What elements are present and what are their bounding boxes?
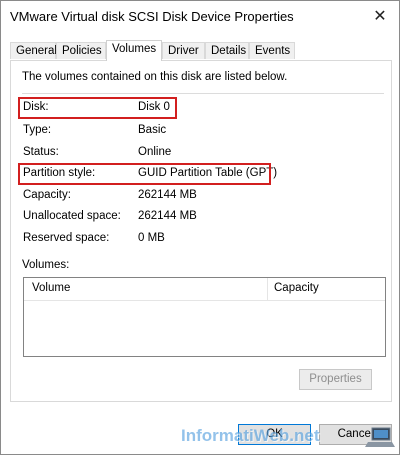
column-header-volume[interactable]: Volume [32,282,70,294]
field-value-status: Online [138,146,172,158]
field-value-capacity: 262144 MB [138,189,197,201]
separator [22,93,384,94]
volumes-list[interactable]: Volume Capacity [23,277,386,357]
field-label-unallocated-space: Unallocated space: [23,210,121,222]
close-icon[interactable]: ✕ [367,4,393,30]
window-title: VMware Virtual disk SCSI Disk Device Pro… [10,9,294,24]
tab-general[interactable]: General [10,42,57,59]
column-divider[interactable] [267,278,268,300]
field-label-type: Type: [23,124,52,136]
properties-button[interactable]: Properties [299,369,372,390]
volumes-panel: The volumes contained on this disk are l… [10,60,392,402]
panel-description: The volumes contained on this disk are l… [22,71,288,83]
field-label-reserved-space: Reserved space: [23,232,110,244]
tab-driver[interactable]: Driver [162,42,205,59]
volumes-label: Volumes: [22,259,70,271]
watermark-text: InformatiWeb.net [181,426,320,445]
field-value-reserved-space: 0 MB [138,232,165,244]
column-header-capacity[interactable]: Capacity [274,282,319,294]
tab-details[interactable]: Details [205,42,249,59]
field-value-type: Basic [138,124,167,136]
partition-style-highlight-box [18,163,271,185]
field-value-unallocated-space: 262144 MB [138,210,197,222]
title-bar: VMware Virtual disk SCSI Disk Device Pro… [1,1,399,33]
watermark-laptop-icon [365,427,395,447]
field-label-status: Status: [23,146,59,158]
list-header: Volume Capacity [24,278,385,301]
tab-policies[interactable]: Policies [56,42,106,59]
properties-dialog: VMware Virtual disk SCSI Disk Device Pro… [0,0,400,455]
disk-highlight-box [18,97,177,119]
tab-events[interactable]: Events [249,42,295,59]
field-label-capacity: Capacity: [23,189,71,201]
tab-volumes[interactable]: Volumes [106,40,162,61]
